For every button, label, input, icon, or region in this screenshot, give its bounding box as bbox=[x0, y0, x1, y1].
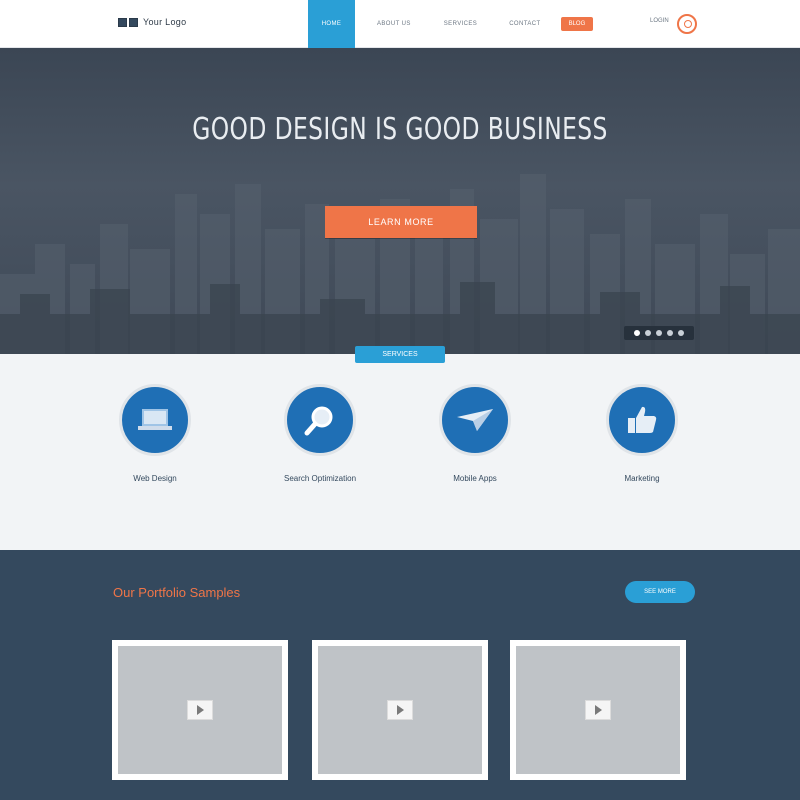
feature-title: Search Optimization bbox=[283, 474, 357, 483]
portfolio-title: Our Portfolio Samples bbox=[113, 585, 241, 600]
logo-text: Your Logo bbox=[143, 17, 187, 27]
logo[interactable]: Your Logo bbox=[118, 17, 186, 27]
portfolio-thumbnail bbox=[516, 646, 680, 774]
play-icon[interactable] bbox=[387, 700, 413, 720]
nav-item-contact[interactable]: Contact bbox=[509, 0, 540, 48]
search-icon[interactable] bbox=[677, 14, 697, 34]
login-link[interactable]: Login bbox=[650, 18, 669, 24]
portfolio-card[interactable] bbox=[112, 640, 288, 780]
slide-dot-5[interactable] bbox=[678, 330, 684, 336]
portfolio-card[interactable] bbox=[510, 640, 686, 780]
hero-title: GOOD DESIGN IS GOOD BUSINESS bbox=[192, 112, 608, 147]
slide-dot-1[interactable] bbox=[634, 330, 640, 336]
feature-title: Mobile Apps bbox=[453, 474, 497, 483]
slide-dot-3[interactable] bbox=[656, 330, 662, 336]
hero-slider: GOOD DESIGN IS GOOD BUSINESS Learn More bbox=[0, 48, 800, 354]
nav-item-home[interactable]: Home bbox=[308, 0, 355, 48]
play-icon[interactable] bbox=[585, 700, 611, 720]
page: Your Logo Home About Us Services Contact… bbox=[0, 0, 800, 800]
main-nav: Home About Us Services Contact Blog bbox=[308, 0, 594, 48]
portfolio-section: Our Portfolio Samples See More bbox=[0, 550, 800, 800]
services-section: Services Web Design Search Optimization … bbox=[0, 346, 800, 550]
feature-title: Web Design bbox=[133, 474, 177, 483]
portfolio-card[interactable] bbox=[312, 640, 488, 780]
feature-web-design: Web Design bbox=[70, 384, 240, 489]
nav-item-blog[interactable]: Blog bbox=[560, 17, 594, 31]
airplane-icon[interactable] bbox=[439, 384, 511, 456]
city-skyline-image bbox=[0, 174, 800, 354]
portfolio-thumbnail bbox=[118, 646, 282, 774]
slider-pagination bbox=[624, 326, 694, 340]
feature-mobile: Mobile Apps bbox=[390, 384, 560, 489]
logo-mark-icon bbox=[118, 17, 138, 27]
feature-title: Marketing bbox=[624, 474, 660, 483]
see-more-button[interactable]: See More bbox=[625, 581, 695, 603]
magnifier-icon[interactable] bbox=[284, 384, 356, 456]
play-icon[interactable] bbox=[187, 700, 213, 720]
services-tag: Services bbox=[355, 346, 445, 363]
slide-dot-2[interactable] bbox=[645, 330, 651, 336]
nav-item-services[interactable]: Services bbox=[444, 0, 477, 48]
nav-item-about[interactable]: About Us bbox=[377, 0, 411, 48]
feature-marketing: Marketing bbox=[557, 384, 727, 489]
laptop-icon[interactable] bbox=[119, 384, 191, 456]
thumbs-up-icon[interactable] bbox=[606, 384, 678, 456]
portfolio-thumbnail bbox=[318, 646, 482, 774]
site-header: Your Logo Home About Us Services Contact… bbox=[0, 0, 800, 48]
slide-dot-4[interactable] bbox=[667, 330, 673, 336]
feature-search: Search Optimization bbox=[235, 384, 405, 489]
learn-more-button[interactable]: Learn More bbox=[325, 206, 477, 238]
